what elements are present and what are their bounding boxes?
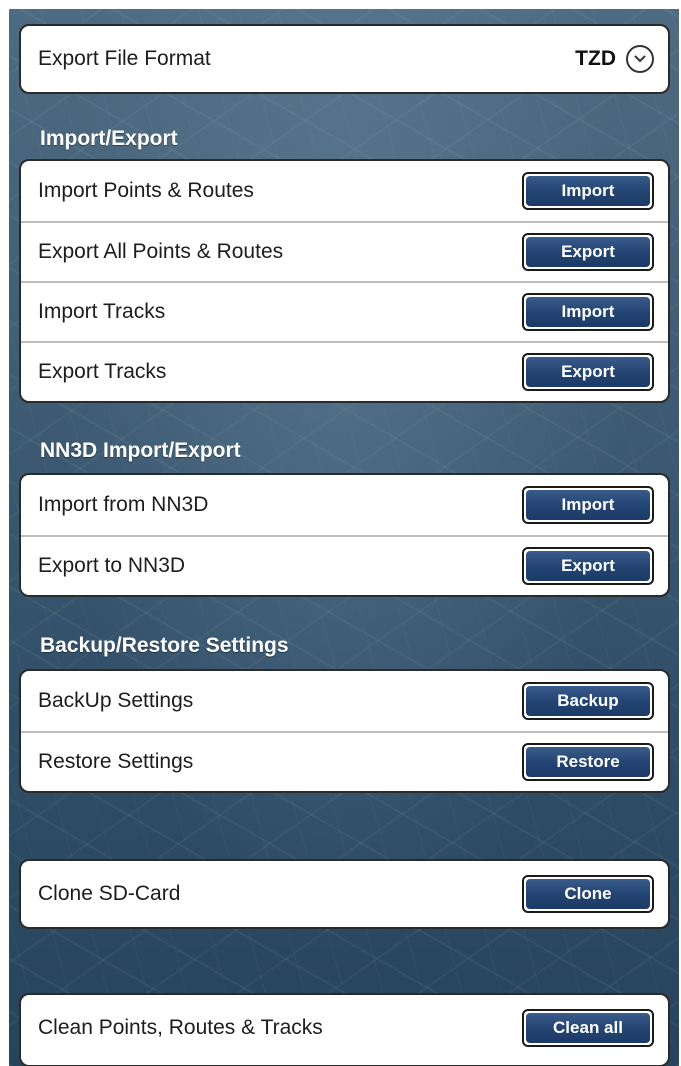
button-label: Import xyxy=(526,176,650,206)
export-format-panel: Export File Format TZD xyxy=(19,24,670,94)
export-tracks-row: Export Tracks Export xyxy=(21,341,668,401)
restore-button[interactable]: Restore xyxy=(522,743,654,781)
import-export-panel: Import Points & Routes Import Export All… xyxy=(19,159,670,403)
row-label: Export to NN3D xyxy=(38,554,186,577)
row-label: Restore Settings xyxy=(38,750,194,773)
button-label: Import xyxy=(526,297,650,327)
chevron-down-icon[interactable] xyxy=(626,45,654,73)
nn3d-panel: Import from NN3D Import Export to NN3D E… xyxy=(19,473,670,597)
export-format-row[interactable]: Export File Format TZD xyxy=(21,26,668,92)
clone-panel: Clone SD-Card Clone xyxy=(19,859,670,929)
button-label: Export xyxy=(526,551,650,581)
backup-restore-title: Backup/Restore Settings xyxy=(40,634,289,657)
row-label: Import from NN3D xyxy=(38,493,209,516)
export-all-points-routes-button[interactable]: Export xyxy=(522,233,654,271)
nn3d-title: NN3D Import/Export xyxy=(40,439,241,462)
export-tracks-button[interactable]: Export xyxy=(522,353,654,391)
clean-row: Clean Points, Routes & Tracks Clean all xyxy=(21,995,668,1061)
export-all-points-routes-row: Export All Points & Routes Export xyxy=(21,221,668,281)
row-label: Clean Points, Routes & Tracks xyxy=(38,1016,323,1039)
backup-settings-row: BackUp Settings Backup xyxy=(21,671,668,731)
backup-button[interactable]: Backup xyxy=(522,682,654,720)
backup-restore-panel: BackUp Settings Backup Restore Settings … xyxy=(19,669,670,793)
file-management-screen: Export File Format TZD Import/Export Imp… xyxy=(9,9,679,1066)
clone-button[interactable]: Clone xyxy=(522,875,654,913)
row-label: Clone SD-Card xyxy=(38,882,181,905)
button-label: Export xyxy=(526,237,650,267)
row-label: Export All Points & Routes xyxy=(38,240,284,263)
import-from-nn3d-button[interactable]: Import xyxy=(522,486,654,524)
row-label: Export Tracks xyxy=(38,360,167,383)
import-from-nn3d-row: Import from NN3D Import xyxy=(21,475,668,535)
button-label: Restore xyxy=(526,747,650,777)
import-tracks-button[interactable]: Import xyxy=(522,293,654,331)
button-label: Backup xyxy=(526,686,650,716)
button-label: Import xyxy=(526,490,650,520)
row-label: BackUp Settings xyxy=(38,689,194,712)
restore-settings-row: Restore Settings Restore xyxy=(21,731,668,791)
clone-sd-card-row: Clone SD-Card Clone xyxy=(21,861,668,927)
clean-all-button[interactable]: Clean all xyxy=(522,1009,654,1047)
export-to-nn3d-row: Export to NN3D Export xyxy=(21,535,668,595)
row-label: Import Tracks xyxy=(38,300,166,323)
row-label: Import Points & Routes xyxy=(38,179,254,202)
import-points-routes-row: Import Points & Routes Import xyxy=(21,161,668,221)
button-label: Clone xyxy=(526,879,650,909)
export-format-label: Export File Format xyxy=(38,47,211,70)
clean-panel: Clean Points, Routes & Tracks Clean all xyxy=(19,993,670,1066)
export-to-nn3d-button[interactable]: Export xyxy=(522,547,654,585)
button-label: Export xyxy=(526,357,650,387)
import-points-routes-button[interactable]: Import xyxy=(522,172,654,210)
import-tracks-row: Import Tracks Import xyxy=(21,281,668,341)
button-label: Clean all xyxy=(526,1013,650,1043)
export-format-value[interactable]: TZD xyxy=(575,47,616,71)
import-export-title: Import/Export xyxy=(40,127,178,150)
